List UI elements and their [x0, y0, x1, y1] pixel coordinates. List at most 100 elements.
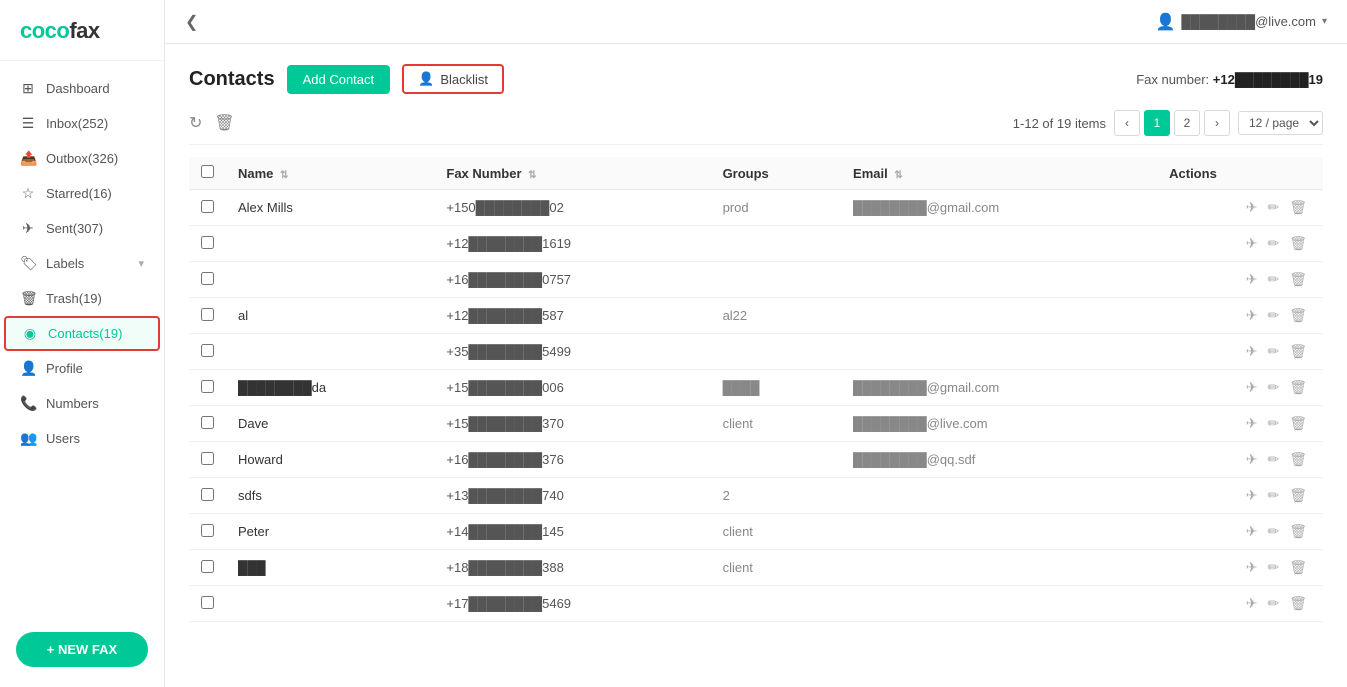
edit-contact-action-button[interactable]: ✏ — [1267, 199, 1279, 216]
edit-contact-action-button[interactable]: ✏ — [1267, 415, 1279, 432]
sidebar-item-dashboard[interactable]: ⊞ Dashboard — [0, 71, 164, 106]
send-fax-action-button[interactable]: ✈ — [1246, 235, 1258, 252]
edit-contact-action-button[interactable]: ✏ — [1267, 307, 1279, 324]
row-checkbox[interactable] — [201, 560, 214, 573]
sidebar-item-numbers[interactable]: 📞 Numbers — [0, 386, 164, 421]
delete-contact-action-button[interactable]: 🗑 — [1289, 559, 1307, 576]
send-fax-action-button[interactable]: ✈ — [1246, 523, 1258, 540]
send-fax-action-button[interactable]: ✈ — [1246, 271, 1258, 288]
delete-contact-action-button[interactable]: 🗑 — [1289, 307, 1307, 324]
pagination: ‹ 1 2 › — [1114, 110, 1230, 136]
edit-contact-action-button[interactable]: ✏ — [1267, 487, 1279, 504]
send-fax-action-button[interactable]: ✈ — [1246, 199, 1258, 216]
sidebar-item-starred[interactable]: ☆ Starred(16) — [0, 176, 164, 211]
toolbar-right: 1-12 of 19 items ‹ 1 2 › 12 / page 24 / … — [1013, 110, 1323, 136]
sidebar-item-contacts[interactable]: ◉ Contacts(19) — [4, 316, 160, 351]
row-actions: ✈ ✏ 🗑 — [1157, 262, 1323, 298]
delete-contact-action-button[interactable]: 🗑 — [1289, 415, 1307, 432]
page-2-button[interactable]: 2 — [1174, 110, 1200, 136]
row-checkbox[interactable] — [201, 524, 214, 537]
row-actions: ✈ ✏ 🗑 — [1157, 298, 1323, 334]
row-actions: ✈ ✏ 🗑 — [1157, 550, 1323, 586]
sidebar-item-labels[interactable]: 🏷 Labels ▾ — [0, 246, 164, 281]
row-group — [711, 586, 841, 622]
delete-contact-action-button[interactable]: 🗑 — [1289, 343, 1307, 360]
next-page-button[interactable]: › — [1204, 110, 1230, 136]
prev-page-button[interactable]: ‹ — [1114, 110, 1140, 136]
email-sort-icon[interactable]: ⇅ — [894, 170, 902, 181]
collapse-sidebar-button[interactable]: ❮ — [185, 12, 198, 32]
edit-contact-action-button[interactable]: ✏ — [1267, 451, 1279, 468]
refresh-button[interactable]: ↻ — [189, 113, 202, 133]
name-sort-icon[interactable]: ⇅ — [280, 170, 288, 181]
edit-contact-action-button[interactable]: ✏ — [1267, 379, 1279, 396]
send-fax-action-button[interactable]: ✈ — [1246, 379, 1258, 396]
row-email — [841, 478, 1157, 514]
page-size-select[interactable]: 12 / page 24 / page 48 / page — [1238, 111, 1323, 135]
sidebar-item-sent[interactable]: ✈ Sent(307) — [0, 211, 164, 246]
page-header-left: Contacts Add Contact 👤 Blacklist — [189, 64, 504, 94]
send-fax-action-button[interactable]: ✈ — [1246, 559, 1258, 576]
edit-contact-action-button[interactable]: ✏ — [1267, 523, 1279, 540]
user-menu-dropdown-icon[interactable]: ▾ — [1322, 16, 1327, 27]
row-checkbox[interactable] — [201, 236, 214, 249]
sidebar-item-profile[interactable]: 👤 Profile — [0, 351, 164, 386]
page-header: Contacts Add Contact 👤 Blacklist Fax num… — [189, 64, 1323, 94]
users-icon: 👥 — [20, 430, 36, 447]
sidebar-item-label: Inbox(252) — [46, 116, 144, 131]
table-row: +16████████0757 ✈ ✏ 🗑 — [189, 262, 1323, 298]
send-fax-action-button[interactable]: ✈ — [1246, 343, 1258, 360]
delete-contact-action-button[interactable]: 🗑 — [1289, 235, 1307, 252]
sidebar-item-trash[interactable]: 🗑 Trash(19) — [0, 281, 164, 316]
delete-contact-action-button[interactable]: 🗑 — [1289, 379, 1307, 396]
send-fax-action-button[interactable]: ✈ — [1246, 451, 1258, 468]
edit-contact-action-button[interactable]: ✏ — [1267, 271, 1279, 288]
new-fax-button[interactable]: + NEW FAX — [16, 632, 148, 667]
table-row: Dave +15████████370 client ████████@live… — [189, 406, 1323, 442]
table-header-row: Name ⇅ Fax Number ⇅ Groups Email ⇅ Actio… — [189, 157, 1323, 190]
logo-area: cocofax — [0, 0, 164, 61]
row-name: sdfs — [226, 478, 434, 514]
select-all-checkbox[interactable] — [201, 165, 214, 178]
send-fax-action-button[interactable]: ✈ — [1246, 415, 1258, 432]
send-fax-action-button[interactable]: ✈ — [1246, 307, 1258, 324]
actions-column-header: Actions — [1157, 157, 1323, 190]
sidebar-item-label: Starred(16) — [46, 186, 144, 201]
fax-sort-icon[interactable]: ⇅ — [528, 170, 536, 181]
row-checkbox[interactable] — [201, 308, 214, 321]
row-checkbox[interactable] — [201, 344, 214, 357]
sidebar-item-users[interactable]: 👥 Users — [0, 421, 164, 456]
delete-selected-button[interactable]: 🗑 — [214, 113, 234, 133]
send-fax-action-button[interactable]: ✈ — [1246, 487, 1258, 504]
row-name: Howard — [226, 442, 434, 478]
sidebar-item-inbox[interactable]: ☰ Inbox(252) — [0, 106, 164, 141]
table-row: ████████da +15████████006 ████ ████████@… — [189, 370, 1323, 406]
row-checkbox[interactable] — [201, 416, 214, 429]
row-checkbox[interactable] — [201, 380, 214, 393]
send-fax-action-button[interactable]: ✈ — [1246, 595, 1258, 612]
row-checkbox[interactable] — [201, 200, 214, 213]
row-checkbox[interactable] — [201, 596, 214, 609]
delete-contact-action-button[interactable]: 🗑 — [1289, 523, 1307, 540]
page-1-button[interactable]: 1 — [1144, 110, 1170, 136]
delete-contact-action-button[interactable]: 🗑 — [1289, 271, 1307, 288]
row-actions: ✈ ✏ 🗑 — [1157, 478, 1323, 514]
edit-contact-action-button[interactable]: ✏ — [1267, 559, 1279, 576]
edit-contact-action-button[interactable]: ✏ — [1267, 595, 1279, 612]
blacklist-button[interactable]: 👤 Blacklist — [402, 64, 504, 94]
sidebar-item-outbox[interactable]: 📤 Outbox(326) — [0, 141, 164, 176]
delete-contact-action-button[interactable]: 🗑 — [1289, 199, 1307, 216]
row-checkbox-cell — [189, 478, 226, 514]
edit-contact-action-button[interactable]: ✏ — [1267, 343, 1279, 360]
row-actions: ✈ ✏ 🗑 — [1157, 406, 1323, 442]
row-checkbox[interactable] — [201, 488, 214, 501]
chevron-down-icon: ▾ — [138, 257, 144, 270]
delete-contact-action-button[interactable]: 🗑 — [1289, 451, 1307, 468]
row-checkbox[interactable] — [201, 452, 214, 465]
delete-contact-action-button[interactable]: 🗑 — [1289, 487, 1307, 504]
add-contact-button[interactable]: Add Contact — [287, 65, 391, 94]
delete-contact-action-button[interactable]: 🗑 — [1289, 595, 1307, 612]
row-checkbox[interactable] — [201, 272, 214, 285]
edit-contact-action-button[interactable]: ✏ — [1267, 235, 1279, 252]
sidebar-item-label: Users — [46, 431, 144, 446]
